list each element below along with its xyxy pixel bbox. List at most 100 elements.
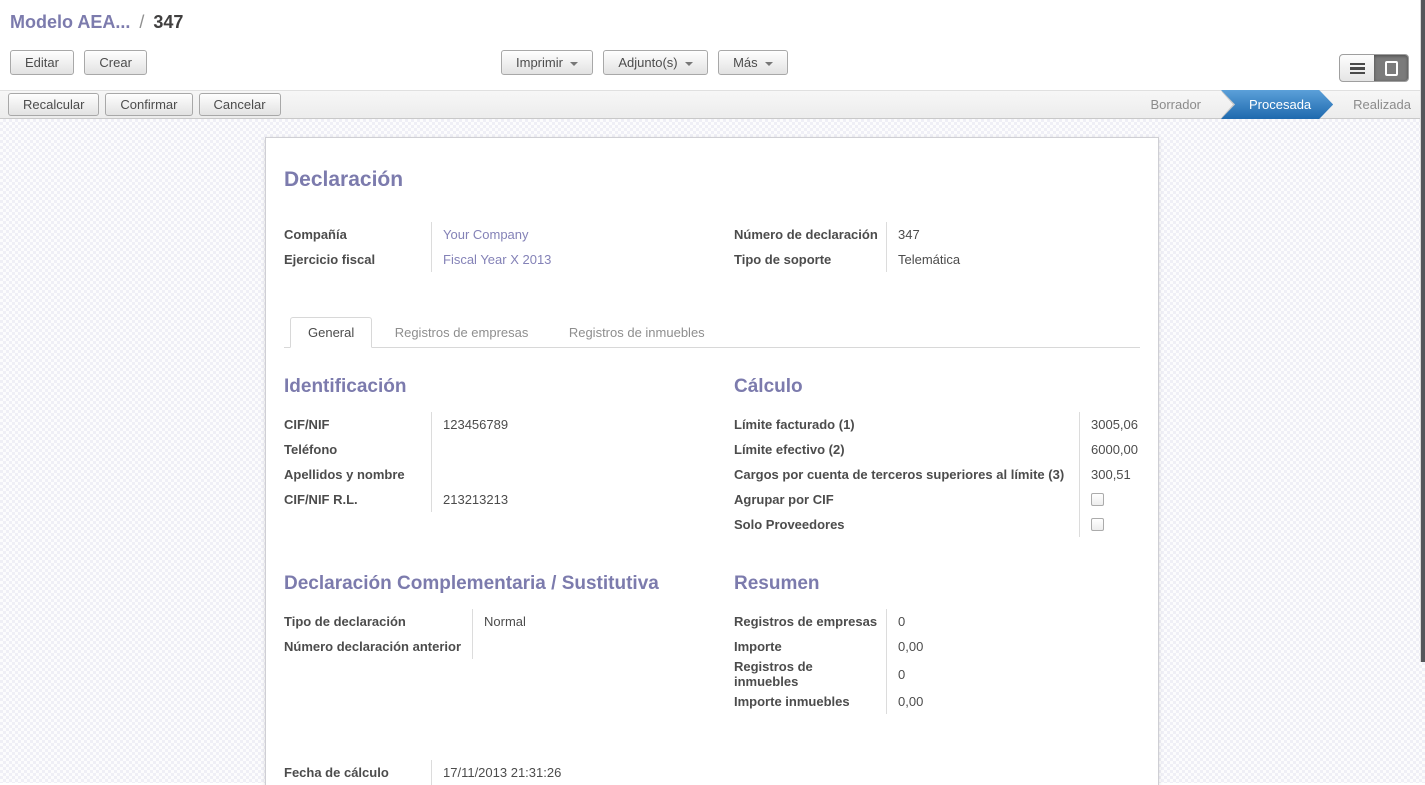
caret-down-icon — [570, 62, 578, 66]
status-borrador: Borrador — [1130, 97, 1221, 112]
field-solo-proveedores: Solo Proveedores — [734, 512, 1140, 537]
field-label: CIF/NIF R.L. — [284, 492, 431, 507]
field-ejercicio-fiscal: Ejercicio fiscal Fiscal Year X 2013 — [284, 247, 734, 272]
field-value: 300,51 — [1079, 462, 1140, 487]
field-label: Importe — [734, 639, 886, 654]
section-calculo: Cálculo Límite facturado (1) 3005,06 Lím… — [734, 376, 1140, 537]
field-label: Tipo de soporte — [734, 252, 886, 267]
confirm-button[interactable]: Confirmar — [105, 93, 192, 116]
breadcrumb-record: 347 — [153, 12, 183, 32]
field-cif-nif: CIF/NIF 123456789 — [284, 412, 734, 437]
field-label: Número declaración anterior — [284, 639, 472, 654]
field-label: Registros de inmuebles — [734, 659, 886, 689]
recalculate-button[interactable]: Recalcular — [8, 93, 99, 116]
section-row-1: Identificación CIF/NIF 123456789 Teléfon… — [284, 376, 1140, 537]
form-icon — [1385, 61, 1398, 76]
field-label: Fecha de cálculo — [284, 765, 431, 780]
breadcrumb-bar: Modelo AEA... / 347 — [0, 0, 1425, 42]
form-sheet: Declaración Compañía Your Company Ejerci… — [265, 137, 1159, 785]
print-label: Imprimir — [516, 55, 563, 70]
field-label: Solo Proveedores — [734, 517, 1079, 532]
tab-registros-empresas[interactable]: Registros de empresas — [377, 317, 547, 348]
field-value: 123456789 — [431, 412, 734, 437]
field-agrupar-por-cif: Agrupar por CIF — [734, 487, 1140, 512]
field-fecha-calculo: Fecha de cálculo 17/11/2013 21:31:26 — [284, 760, 734, 785]
field-limite-efectivo: Límite efectivo (2) 6000,00 — [734, 437, 1140, 462]
field-registros-inmuebles: Registros de inmuebles 0 — [734, 659, 1140, 689]
main-content: Declaración Compañía Your Company Ejerci… — [0, 119, 1425, 783]
field-cif-nif-rl: CIF/NIF R.L. 213213213 — [284, 487, 734, 512]
section-title: Identificación — [284, 376, 734, 398]
field-value: 17/11/2013 21:31:26 — [431, 760, 734, 785]
list-view-button[interactable] — [1340, 55, 1374, 81]
edit-create-group: Editar Crear — [10, 50, 147, 75]
breadcrumb-model-link[interactable]: Modelo AEA... — [10, 12, 130, 32]
view-switcher — [1339, 52, 1409, 82]
field-value: Telemática — [886, 247, 1140, 272]
field-label: Importe inmuebles — [734, 694, 886, 709]
fiscal-year-link[interactable]: Fiscal Year X 2013 — [431, 247, 734, 272]
caret-down-icon — [765, 62, 773, 66]
field-value: 347 — [886, 222, 1140, 247]
company-link[interactable]: Your Company — [431, 222, 734, 247]
field-value — [472, 634, 734, 659]
section-title: Cálculo — [734, 376, 1140, 398]
field-value: 6000,00 — [1079, 437, 1140, 462]
field-label: Tipo de declaración — [284, 614, 472, 629]
section-row-2: Declaración Complementaria / Sustitutiva… — [284, 573, 1140, 714]
field-value: 0,00 — [886, 634, 1140, 659]
more-dropdown-button[interactable]: Más — [718, 50, 788, 75]
vertical-scrollbar[interactable] — [1420, 0, 1425, 662]
create-button[interactable]: Crear — [84, 50, 147, 75]
breadcrumb: Modelo AEA... / 347 — [10, 12, 1415, 33]
field-limite-facturado: Límite facturado (1) 3005,06 — [734, 412, 1140, 437]
field-numero-declaracion: Número de declaración 347 — [734, 222, 1140, 247]
field-tipo-declaracion: Tipo de declaración Normal — [284, 609, 734, 634]
field-registros-empresas: Registros de empresas 0 — [734, 609, 1140, 634]
field-compania: Compañía Your Company — [284, 222, 734, 247]
field-label: Cargos por cuenta de terceros superiores… — [734, 467, 1079, 482]
edit-button[interactable]: Editar — [10, 50, 74, 75]
field-label: Teléfono — [284, 442, 431, 457]
field-label: Agrupar por CIF — [734, 492, 1079, 507]
field-label: Registros de empresas — [734, 614, 886, 629]
field-label: Compañía — [284, 227, 431, 242]
tab-general[interactable]: General — [290, 317, 372, 348]
field-value: Normal — [472, 609, 734, 634]
caret-down-icon — [685, 62, 693, 66]
field-importe-inmuebles: Importe inmuebles 0,00 — [734, 689, 1140, 714]
section-complementaria: Declaración Complementaria / Sustitutiva… — [284, 573, 734, 714]
breadcrumb-separator: / — [135, 12, 148, 32]
field-value — [431, 437, 734, 462]
solo-proveedores-checkbox[interactable] — [1091, 518, 1104, 531]
print-dropdown-button[interactable]: Imprimir — [501, 50, 593, 75]
sheet-title: Declaración — [284, 168, 1140, 192]
field-label: Apellidos y nombre — [284, 467, 431, 482]
agrupar-por-cif-checkbox[interactable] — [1091, 493, 1104, 506]
more-label: Más — [733, 55, 758, 70]
field-label: Límite efectivo (2) — [734, 442, 1079, 457]
attachment-dropdown-button[interactable]: Adjunto(s) — [603, 50, 707, 75]
list-icon — [1350, 63, 1365, 75]
header-fields: Compañía Your Company Ejercicio fiscal F… — [284, 222, 1140, 272]
field-value: 3005,06 — [1079, 412, 1140, 437]
field-label: Límite facturado (1) — [734, 417, 1079, 432]
cancel-button[interactable]: Cancelar — [199, 93, 281, 116]
field-value — [1079, 487, 1140, 512]
field-value: 213213213 — [431, 487, 734, 512]
fecha-row: Fecha de cálculo 17/11/2013 21:31:26 — [284, 760, 1140, 785]
field-tipo-soporte: Tipo de soporte Telemática — [734, 247, 1140, 272]
field-label: Ejercicio fiscal — [284, 252, 431, 267]
field-cargos-terceros: Cargos por cuenta de terceros superiores… — [734, 462, 1140, 487]
field-label: Número de declaración — [734, 227, 886, 242]
form-view-button[interactable] — [1374, 55, 1408, 81]
section-resumen: Resumen Registros de empresas 0 Importe … — [734, 573, 1140, 714]
field-importe: Importe 0,00 — [734, 634, 1140, 659]
section-identificacion: Identificación CIF/NIF 123456789 Teléfon… — [284, 376, 734, 537]
tab-registros-inmuebles[interactable]: Registros de inmuebles — [551, 317, 723, 348]
status-realizada: Realizada — [1333, 97, 1425, 112]
field-value: 0 — [886, 659, 1140, 689]
sidebar-actions-group: Imprimir Adjunto(s) Más — [501, 50, 788, 75]
section-title: Resumen — [734, 573, 1140, 595]
status-procesada-active: Procesada — [1221, 90, 1333, 119]
